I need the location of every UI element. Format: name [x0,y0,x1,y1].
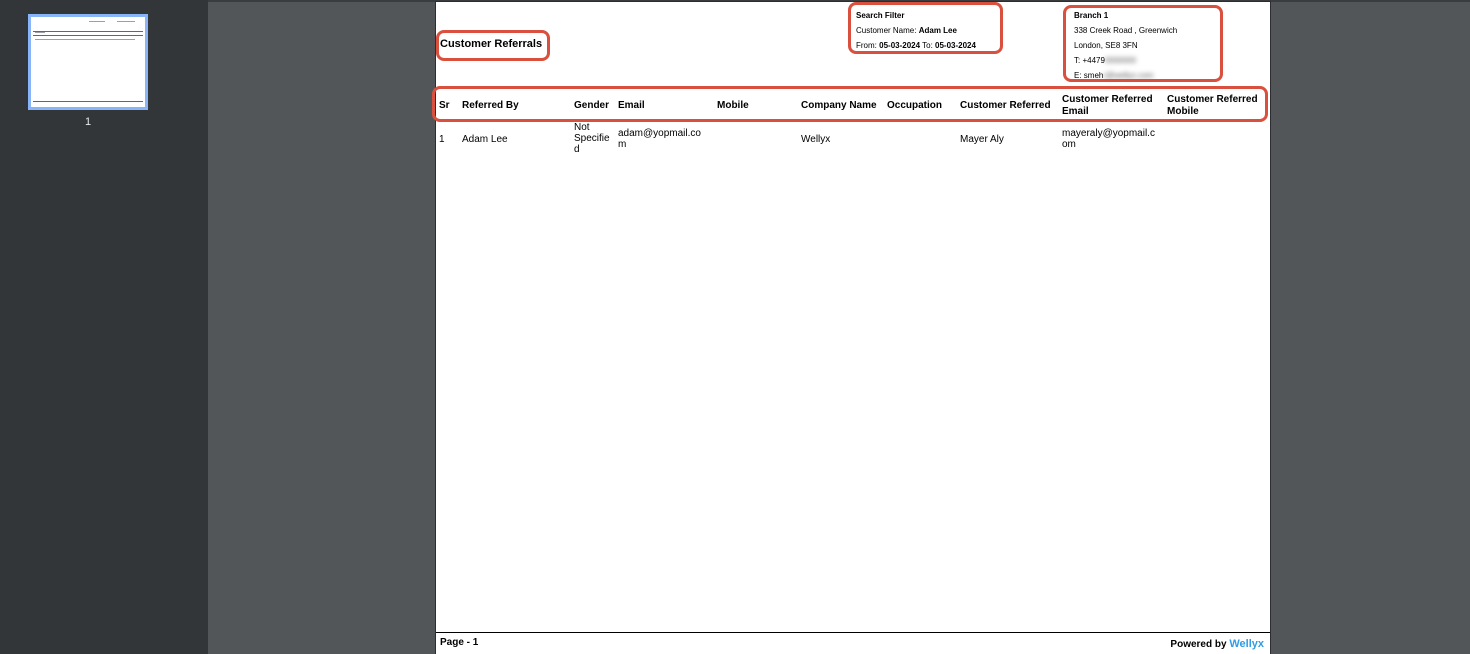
powered-by-label: Powered by [1170,639,1227,650]
report-page: Customer Referrals Search Filter Custome… [432,2,1270,654]
cell-line: m [618,139,627,150]
brand-logo-text: Wellyx [1229,638,1264,650]
cell-line: mayeraly@yopmail.c [1062,128,1155,139]
title-highlight-box [436,30,550,61]
cell-line: om [1062,139,1076,150]
cell-line: Specifie [574,133,610,144]
footer-divider [436,632,1270,633]
footer-page-number: Page - 1 [440,637,479,648]
thumbnail-line [33,101,143,102]
cell-line: adam@yopmail.co [618,128,701,139]
thumbnail-line [89,21,105,22]
thumbnail-page-number: 1 [84,116,92,128]
cell-referred-by: Adam Lee [462,134,508,145]
cell-customer-referred-email: mayeraly@yopmail.c om [1062,128,1155,150]
header-highlight-box [432,86,1268,122]
branch-highlight-box [1063,5,1223,82]
cell-company-name: Wellyx [801,134,831,145]
cell-gender: Not Specifie d [574,122,610,155]
thumbnail-line [33,35,143,36]
thumbnail-line [117,21,135,22]
thumbnail-line [35,39,135,40]
footer-powered-by: Powered by Wellyx [1170,638,1264,650]
page-thumbnail[interactable] [28,14,148,110]
cell-line: Not [574,122,590,133]
cell-line: d [574,144,580,155]
cell-email: adam@yopmail.co m [618,128,701,150]
thumbnail-line [35,32,45,33]
cell-sr: 1 [439,134,445,145]
filter-highlight-box [848,2,1003,54]
cell-customer-referred: Mayer Aly [960,134,1004,145]
thumbnail-sidebar: 1 [0,0,208,654]
thumbnail-line [33,31,143,32]
